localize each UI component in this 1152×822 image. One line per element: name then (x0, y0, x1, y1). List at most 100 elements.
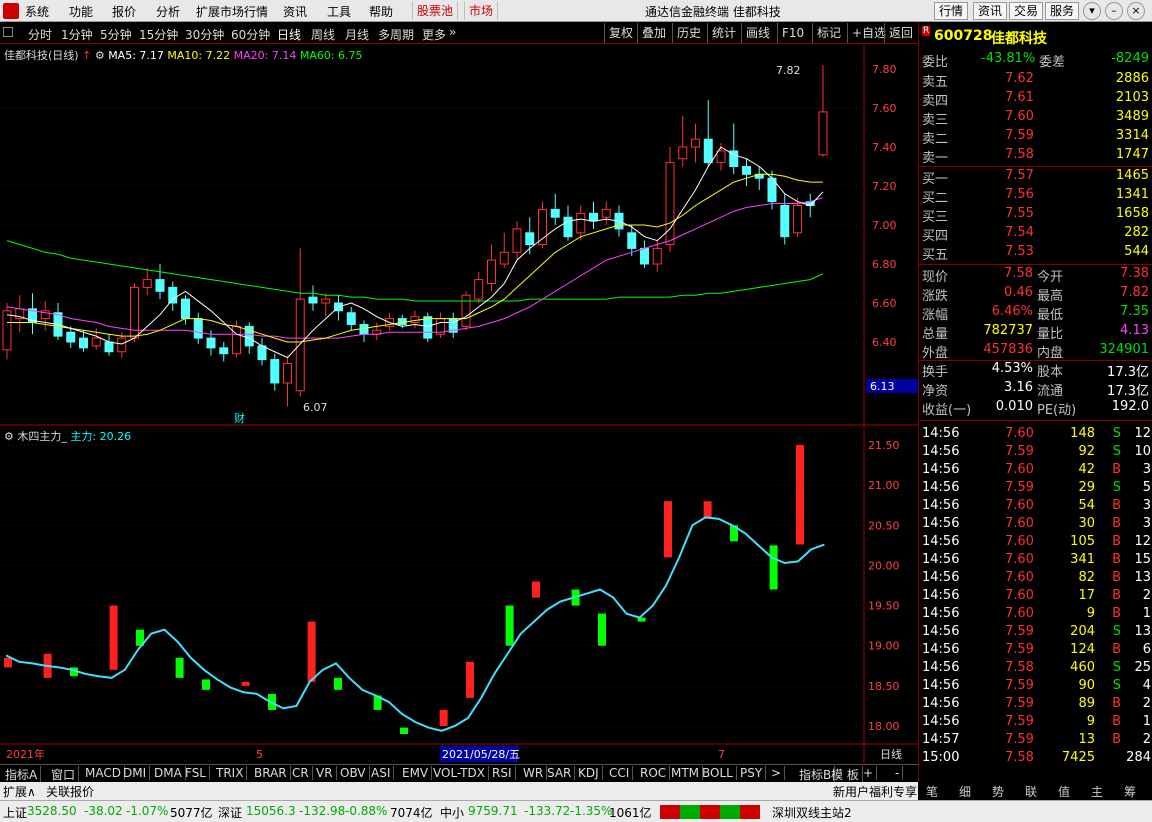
zx-label[interactable]: 中小 (440, 804, 464, 821)
panel-tab[interactable]: 筹 (1124, 783, 1136, 800)
period-daily[interactable]: 日线 (277, 26, 301, 43)
menu-system[interactable]: 系统 (25, 3, 49, 20)
tick-time: 14:56 (922, 552, 960, 567)
stat-label: 最低 (1037, 308, 1064, 323)
indicator-bar (466, 661, 474, 698)
period-monthly[interactable]: 月线 (345, 26, 369, 43)
panel-tab[interactable]: 势 (992, 783, 1004, 800)
indicator-tab[interactable]: + (860, 766, 878, 780)
settings-icon[interactable]: ⚙ (95, 49, 105, 62)
candle-body (232, 325, 241, 355)
btn-back[interactable]: 返回 (884, 23, 917, 43)
indicator-tab[interactable]: BRAR (251, 766, 291, 780)
indicator-tab[interactable]: KDJ (575, 766, 603, 780)
related-quote-button[interactable]: 关联报价 (46, 783, 94, 800)
period-60min[interactable]: 60分钟 (231, 26, 270, 43)
indicator-tab[interactable]: FSL (182, 766, 210, 780)
indicator-tab[interactable]: 窗口 (48, 766, 80, 783)
period-5min[interactable]: 5分钟 (100, 26, 132, 43)
btn-statistics[interactable]: 统计 (707, 23, 740, 43)
btn-history[interactable]: 历史 (672, 23, 705, 43)
tick-volume: 82 (1078, 570, 1095, 585)
indicator-tab[interactable]: DMA (151, 766, 186, 780)
ask-label: 卖一 (922, 151, 949, 166)
indicator-tab[interactable]: PSY (737, 766, 767, 780)
indicator-tab[interactable]: RSI (489, 766, 516, 780)
btn-f10[interactable]: F10 (777, 23, 808, 43)
minimize-icon[interactable]: – (1105, 2, 1123, 20)
indicator-tab[interactable]: OBV (337, 766, 370, 780)
indicator-tab[interactable]: VOL-TDX (430, 766, 489, 780)
tab-trade[interactable]: 交易 (1009, 2, 1044, 20)
btn-fuquan[interactable]: 复权 (604, 23, 637, 43)
btn-draw[interactable]: 画线 (741, 23, 774, 43)
candle-body (104, 341, 114, 353)
menu-help[interactable]: 帮助 (369, 3, 393, 20)
indicator-tab[interactable]: 指标A (2, 766, 42, 783)
menu-tools[interactable]: 工具 (327, 3, 351, 20)
panel-tab[interactable]: 主 (1091, 783, 1103, 800)
period-more[interactable]: 更多 (422, 26, 446, 43)
indicator-tab[interactable]: TRIX (213, 766, 248, 780)
period-fenshi[interactable]: 分时 (28, 26, 52, 43)
app-logo-icon[interactable] (3, 3, 19, 19)
panel-tab[interactable]: 联 (1025, 783, 1037, 800)
menu-extended-market[interactable]: 扩展市场行情 (196, 3, 268, 20)
toggle-icon[interactable] (3, 27, 13, 37)
tick-time: 14:56 (922, 516, 960, 531)
candle-body (79, 337, 88, 349)
period-multi[interactable]: 多周期 (378, 26, 414, 43)
menu-news[interactable]: 资讯 (283, 3, 307, 20)
menu-analysis[interactable]: 分析 (156, 3, 180, 20)
indicator-tab[interactable]: VR (313, 766, 337, 780)
menu-stockpool[interactable]: 股票池 (412, 2, 459, 20)
tick-count: 2 (1142, 588, 1151, 603)
ext-button[interactable]: 扩展∧ (3, 783, 36, 800)
notice-link[interactable]: 新用户福利专享 (833, 783, 917, 800)
indicator-bar (664, 501, 672, 558)
indicator-tab[interactable]: 模 板 (828, 766, 863, 783)
indicator-tab[interactable]: > (768, 766, 786, 780)
menu-quote[interactable]: 报价 (112, 3, 136, 20)
indicator-tab[interactable]: EMV (399, 766, 433, 780)
indicator-tab[interactable]: ASI (368, 766, 395, 780)
indicator-tab[interactable]: MTM (668, 766, 704, 780)
server-name[interactable]: 深圳双线主站2 (772, 804, 852, 821)
period-30min[interactable]: 30分钟 (185, 26, 224, 43)
panel-tab[interactable]: 值 (1058, 783, 1070, 800)
tab-service[interactable]: 服务 (1045, 2, 1080, 20)
settings-icon[interactable]: ▾ (1083, 2, 1101, 20)
sz-label[interactable]: 深证 (218, 804, 242, 821)
tab-quote[interactable]: 行情 (934, 2, 969, 20)
panel-tab[interactable]: 细 (959, 783, 971, 800)
indicator-tab[interactable]: - (892, 766, 904, 780)
menu-function[interactable]: 功能 (69, 3, 93, 20)
period-15min[interactable]: 15分钟 (139, 26, 178, 43)
btn-overlay[interactable]: 叠加 (637, 23, 670, 43)
bid-volume: 282 (1124, 225, 1149, 240)
dropdown-icon[interactable]: » (449, 25, 456, 39)
tick-volume: 124 (1070, 642, 1095, 657)
candle-body (91, 337, 101, 347)
panel-tab[interactable]: 笔 (926, 783, 938, 800)
indicator-tab[interactable]: CCI (606, 766, 634, 780)
tick-side: S (1112, 660, 1121, 675)
tab-news[interactable]: 资讯 (973, 2, 1008, 20)
menu-market[interactable]: 市场 (464, 2, 499, 20)
indicator-tab[interactable]: MACD (82, 766, 125, 780)
stat-value: 4.13 (1120, 323, 1149, 338)
indicator-tab[interactable]: DMI (120, 766, 151, 780)
period-weekly[interactable]: 周线 (311, 26, 335, 43)
sh-label[interactable]: 上证 (3, 804, 27, 821)
period-1min[interactable]: 1分钟 (61, 26, 93, 43)
settings-icon[interactable]: ⚙ (4, 430, 14, 443)
indicator-tab[interactable]: SAR (544, 766, 576, 780)
close-icon[interactable]: × (1127, 2, 1145, 20)
indicator-line (5, 516, 825, 732)
price-chart[interactable]: 7.80 7.60 7.40 7.20 7.00 6.80 6.60 6.40 21.50 21.… (0, 44, 918, 764)
btn-mark[interactable]: 标记 (812, 23, 845, 43)
indicator-tab[interactable]: CR (289, 766, 313, 780)
tick-time: 14:56 (922, 444, 960, 459)
indicator-tab[interactable]: ROC (637, 766, 671, 780)
indicator-tab[interactable]: BOLL (699, 766, 737, 780)
